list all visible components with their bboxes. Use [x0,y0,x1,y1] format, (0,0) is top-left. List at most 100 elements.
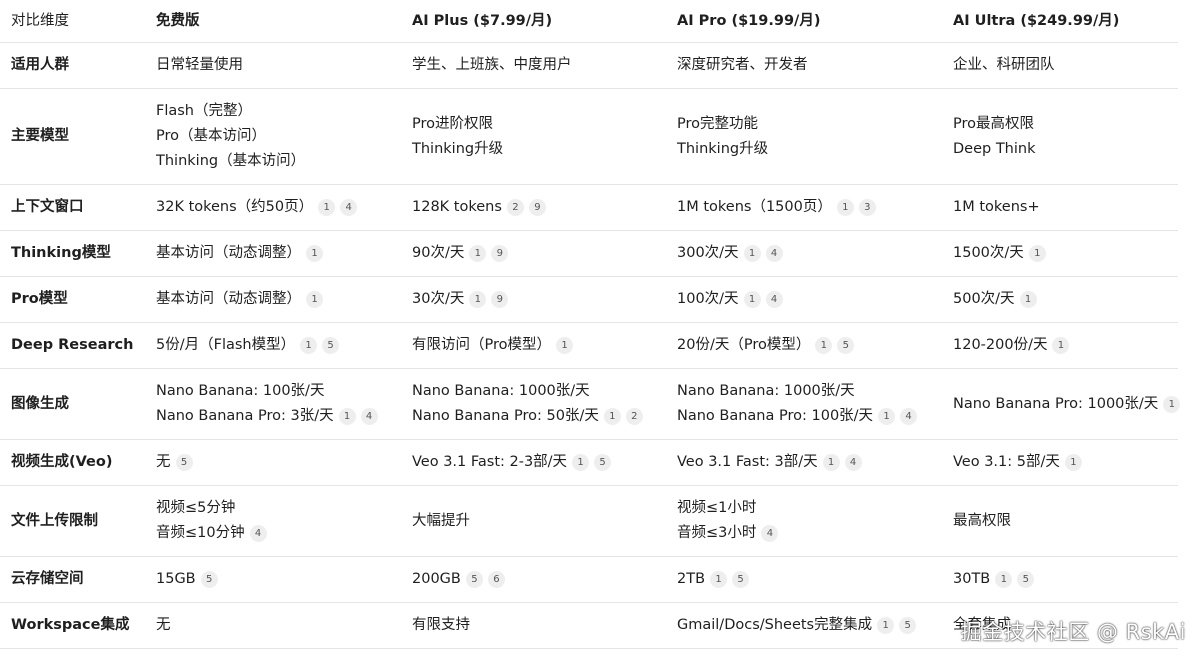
citation-badge[interactable]: 9 [528,199,546,216]
citation-badge[interactable]: 1 [743,291,761,308]
cell-text-value: 最高权限 [953,512,1011,529]
cell-text: 有限访问（Pro模型） 1 [412,333,666,358]
citation-badge[interactable]: 5 [1017,571,1035,588]
citation-badge[interactable]: 1 [1163,395,1181,413]
cell-ultra: 企业、科研团队 [942,42,1178,89]
cell-plus: 30次/天 1 9 [401,276,666,323]
cell-text-value: Nano Banana: 1000张/天 [677,383,855,399]
citation-badge[interactable]: 1 [469,291,487,308]
cell-plus: 有限支持 [401,602,666,649]
row-label: Workspace集成 [0,602,145,649]
cell-text-value: 基本访问（动态调整） [156,245,301,261]
citation-badge[interactable]: 5 [465,571,483,588]
row-label: 上下文窗口 [0,184,145,231]
citation-badge[interactable]: 1 [318,199,336,216]
cell-text-value: 有限访问（Pro模型） [412,337,552,353]
cell-text: 500次/天 1 [953,287,1178,312]
cell-text-value: Thinking升级 [412,140,504,157]
citation-badge[interactable]: 2 [625,408,643,425]
cell-text: 学生、上班族、中度用户 [412,53,666,78]
citation-badge[interactable]: 4 [360,408,378,425]
citation-badge[interactable]: 1 [469,245,487,262]
citation-badge[interactable]: 3 [858,199,876,216]
cell-text: Nano Banana: 1000张/天 [677,379,942,404]
citation-badge[interactable]: 2 [506,199,524,216]
citation-badge[interactable]: 4 [340,199,358,216]
column-header-ultra: AI Ultra ($249.99/月) [942,0,1178,43]
cell-text: Thinking（基本访问） [156,149,401,174]
citation-badge[interactable]: 1 [306,291,323,308]
cell-pro: Gmail/Docs/Sheets完整集成 1 5 [666,602,942,649]
cell-free: 基本访问（动态调整） 1 [145,276,401,323]
citation-badge[interactable]: 1 [338,408,356,425]
cell-text-value: Pro最高权限 [953,115,1035,132]
cell-plus: Nano Banana: 1000张/天 Nano Banana Pro: 50张… [401,368,666,440]
citation-badge[interactable]: 5 [899,617,917,634]
cell-text: 200GB 5 6 [412,567,666,592]
cell-text-value: 学生、上班族、中度用户 [412,57,572,73]
cell-text: 视频≤1小时 [677,496,942,521]
citation-badge[interactable]: 4 [249,525,267,542]
citation-badge[interactable]: 6 [487,571,505,588]
cell-text-value: 1M tokens+ [953,199,1040,215]
citation-badge[interactable]: 1 [877,617,895,634]
cell-text: 300次/天 1 4 [677,241,942,266]
citation-badge[interactable]: 9 [491,245,509,262]
table-row: 云存储空间 15GB 5 200GB 5 6 2TB 1 5 30TB 1 5 [0,556,1178,603]
citation-badge[interactable]: 4 [765,291,783,308]
citation-badge[interactable]: 1 [743,245,761,262]
cell-free: Flash（完整） Pro（基本访问） Thinking（基本访问） [145,88,401,185]
citation-badge[interactable]: 1 [300,337,318,354]
citation-badge[interactable]: 1 [995,571,1013,588]
citation-badge[interactable]: 5 [322,337,340,354]
cell-text-value: 20份/天（Pro模型） [677,337,811,353]
citation-badge[interactable]: 5 [175,454,193,471]
citation-badge[interactable]: 9 [491,291,509,308]
row-label: 文件上传限制 [0,485,145,557]
citation-badge[interactable]: 1 [710,571,728,588]
cell-ultra: 500次/天 1 [942,276,1178,323]
citation-badge[interactable]: 1 [822,454,840,471]
citation-badge[interactable]: 4 [765,245,783,262]
citation-badge[interactable]: 4 [900,408,918,425]
row-label: 适用人群 [0,42,145,89]
citation-badge[interactable]: 1 [815,337,833,354]
column-header-pro: AI Pro ($19.99/月) [666,0,942,43]
cell-text: 1M tokens（1500页） 1 3 [677,195,942,220]
row-label: 图像生成 [0,368,145,440]
citation-badge[interactable]: 5 [594,454,612,471]
citation-badge[interactable]: 1 [1052,337,1070,354]
cell-text: 大幅提升 [412,509,666,534]
cell-plus: 128K tokens 2 9 [401,184,666,231]
cell-text: Pro最高权限 [953,112,1178,137]
cell-text: 15GB 5 [156,567,401,592]
citation-badge[interactable]: 1 [878,408,896,425]
citation-badge[interactable]: 1 [1064,454,1082,471]
citation-badge[interactable]: 5 [837,337,855,354]
citation-badge[interactable]: 1 [1019,291,1037,308]
cell-ultra: Pro最高权限 Deep Think [942,88,1178,185]
cell-text-value: 有限支持 [412,617,470,633]
citation-badge[interactable]: 1 [572,454,590,471]
citation-badge[interactable]: 1 [306,245,323,262]
cell-text-value: Nano Banana Pro: 50张/天 [412,408,599,424]
cell-text-value: 视频≤5分钟 [156,500,236,516]
table-row: Deep Research 5份/月（Flash模型） 1 5 有限访问（Pro模型） 1… [0,322,1178,369]
cell-text: Nano Banana Pro: 50张/天 1 2 [412,404,666,429]
cell-text-value: Veo 3.1 Fast: 3部/天 [677,454,818,470]
cell-text-value: 15GB [156,571,196,587]
cell-free: 无 [145,602,401,649]
citation-badge[interactable]: 1 [603,408,621,425]
row-label: 主要模型 [0,88,145,185]
cell-text: Nano Banana Pro: 100张/天 1 4 [677,404,942,429]
citation-badge[interactable]: 4 [844,454,862,471]
citation-badge[interactable]: 1 [556,337,574,354]
cell-pro: 20份/天（Pro模型） 1 5 [666,322,942,369]
cell-text-value: 5份/月（Flash模型） [156,337,296,353]
citation-badge[interactable]: 5 [200,571,218,588]
citation-badge[interactable]: 5 [732,571,750,588]
citation-badge[interactable]: 1 [1028,245,1046,262]
citation-badge[interactable]: 1 [836,199,854,216]
table-row: 主要模型 Flash（完整） Pro（基本访问） Thinking（基本访问） Pro进… [0,88,1178,185]
citation-badge[interactable]: 4 [761,525,779,542]
